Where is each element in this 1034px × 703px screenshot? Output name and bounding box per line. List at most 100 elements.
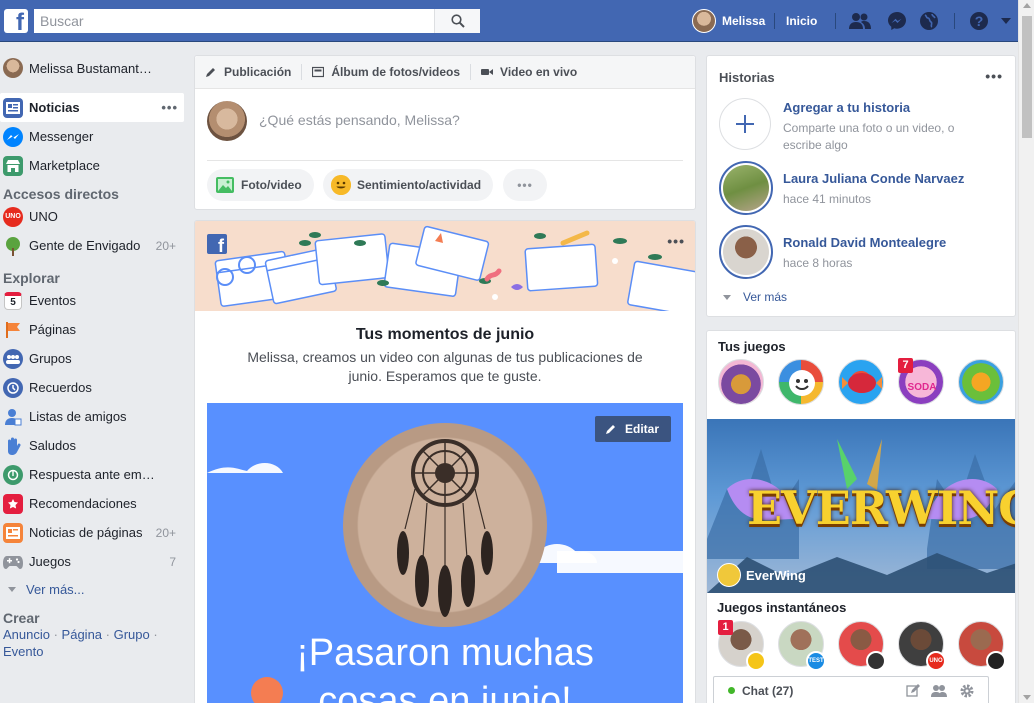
avatar xyxy=(723,229,769,275)
games-title: Tus juegos xyxy=(718,339,786,354)
page-scrollbar[interactable] xyxy=(1018,0,1034,703)
video-caption: ¡Pasaron muchas cosas en junio! xyxy=(296,632,594,703)
sidebar-item-paginas[interactable]: Páginas xyxy=(0,315,184,344)
sidebar-item-messenger[interactable]: Messenger xyxy=(0,122,184,151)
wave-hand-icon xyxy=(3,436,23,456)
game-icon-trivia[interactable] xyxy=(778,359,824,405)
sidebar-item-saludos[interactable]: Saludos xyxy=(0,431,184,460)
tab-label: Publicación xyxy=(224,65,292,79)
create-group-chat-icon[interactable] xyxy=(930,682,948,700)
everwing-featured-game[interactable]: EVERWING EverWing xyxy=(707,419,1015,593)
sidebar-item-label: Páginas xyxy=(29,322,76,337)
svg-text:?: ? xyxy=(975,13,984,29)
friend-list-icon xyxy=(3,407,23,427)
memories-description: Melissa, creamos un video con algunas de… xyxy=(247,349,643,384)
sidebar-item-uno[interactable]: UNO UNO xyxy=(0,202,184,231)
edit-video-button[interactable]: Editar xyxy=(594,416,671,442)
globe-notifications-icon[interactable] xyxy=(918,11,940,31)
sidebar-item-label: Marketplace xyxy=(29,158,100,173)
sidebar-item-juegos[interactable]: Juegos 7 xyxy=(0,547,184,576)
game-icon-lion[interactable] xyxy=(718,359,764,405)
create-event-link[interactable]: Evento xyxy=(3,644,43,659)
sidebar-item-count: 20+ xyxy=(155,525,176,540)
instant-games-title: Juegos instantáneos xyxy=(717,600,847,615)
chat-sidebar-bar[interactable]: Chat (27) xyxy=(713,676,989,703)
sidebar-item-grupos[interactable]: Grupos xyxy=(0,344,184,373)
search-input[interactable] xyxy=(34,9,434,33)
sidebar-item-listas-de-amigos[interactable]: Listas de amigos xyxy=(0,402,184,431)
status-input[interactable]: ¿Qué estás pensando, Melissa? xyxy=(259,112,460,128)
stories-see-more-link[interactable]: Ver más xyxy=(723,290,787,304)
8-ball-game-icon xyxy=(986,651,1006,671)
game-small-icon xyxy=(746,651,766,671)
sidebar-item-count: 7 xyxy=(169,554,176,569)
sidebar-item-noticias-de-paginas[interactable]: Noticias de páginas 20+ xyxy=(0,518,184,547)
see-more-label: Ver más... xyxy=(26,581,85,597)
sidebar-item-label: UNO xyxy=(29,209,58,224)
create-ad-link[interactable]: Anuncio xyxy=(3,627,50,642)
story-ring xyxy=(719,161,773,215)
add-story-item[interactable]: Agregar a tu historia Comparte una foto … xyxy=(719,98,1009,154)
story-author: Ronald David Montealegre xyxy=(783,235,947,250)
dreamcatcher-tattoo-photo xyxy=(343,423,547,627)
tab-publicacion[interactable]: Publicación xyxy=(205,65,291,79)
game-notification-badge: 7 xyxy=(898,358,913,373)
sidebar-item-label: Eventos xyxy=(29,293,76,308)
home-link[interactable]: Inicio xyxy=(786,14,817,28)
facebook-logo-icon[interactable]: f xyxy=(4,9,28,33)
story-item[interactable]: Laura Juliana Conde Narvaez hace 41 minu… xyxy=(719,161,1009,217)
more-options-icon[interactable]: ••• xyxy=(667,233,685,249)
messenger-icon[interactable] xyxy=(886,11,908,31)
test-game-icon: TEST xyxy=(806,651,826,671)
add-story-title: Agregar a tu historia xyxy=(783,100,911,115)
story-ring xyxy=(719,225,773,279)
sidebar-item-gente-de-envigado[interactable]: Gente de Envigado 20+ xyxy=(0,231,184,260)
more-options-icon[interactable]: ••• xyxy=(161,100,178,115)
stories-title: Historias xyxy=(719,70,775,85)
sidebar-item-label: Recuerdos xyxy=(29,380,92,395)
sidebar-item-noticias[interactable]: Noticias ••• xyxy=(0,93,184,122)
see-more-link[interactable]: Ver más... xyxy=(0,576,184,602)
sidebar-item-label: Noticias xyxy=(29,100,80,115)
search-button[interactable] xyxy=(434,9,480,33)
photo-video-button[interactable]: Foto/video xyxy=(207,169,314,201)
recommendations-icon xyxy=(3,493,23,514)
sidebar-item-recomendaciones[interactable]: Recomendaciones xyxy=(0,489,184,518)
new-message-icon[interactable] xyxy=(904,682,922,700)
help-icon[interactable]: ? xyxy=(968,11,990,31)
sidebar-item-label: Juegos xyxy=(29,554,71,569)
edit-label: Editar xyxy=(624,422,659,436)
sidebar-profile-link[interactable]: Melissa Bustamant… xyxy=(0,53,184,83)
scroll-down-arrow-icon[interactable] xyxy=(1023,695,1031,700)
profile-link[interactable]: Melissa xyxy=(692,9,765,33)
tab-album[interactable]: Álbum de fotos/videos xyxy=(312,65,460,79)
create-page-link[interactable]: Página xyxy=(62,627,102,642)
story-item[interactable]: Ronald David Montealegre hace 8 horas xyxy=(719,225,1009,281)
friend-requests-icon[interactable] xyxy=(849,11,871,31)
sidebar-item-respuesta-ante-emergencias[interactable]: Respuesta ante em… xyxy=(0,460,184,489)
photo-album-icon xyxy=(312,66,325,78)
account-menu-chevron-down-icon[interactable] xyxy=(999,11,1013,31)
smiley-icon xyxy=(331,175,351,195)
chat-settings-gear-icon[interactable] xyxy=(958,682,976,700)
flag-icon xyxy=(3,320,23,340)
more-options-icon[interactable]: ••• xyxy=(503,169,547,201)
memories-video[interactable]: Editar ¡Pasaron muchas cosas en junio! xyxy=(207,403,683,703)
chevron-down-icon xyxy=(723,294,731,300)
sidebar-item-marketplace[interactable]: Marketplace xyxy=(0,151,184,180)
feeling-activity-button[interactable]: Sentimiento/actividad xyxy=(323,169,494,201)
game-icon-farm-heroes[interactable] xyxy=(958,359,1004,405)
tab-live-video[interactable]: Video en vivo xyxy=(481,65,577,79)
more-options-icon[interactable]: ••• xyxy=(985,68,1003,84)
pencil-icon xyxy=(605,425,615,434)
sidebar-item-recuerdos[interactable]: Recuerdos xyxy=(0,373,184,402)
game-icon-candy-crush[interactable] xyxy=(838,359,884,405)
divider xyxy=(470,64,472,80)
featured-game-name: EverWing xyxy=(746,567,806,583)
sidebar-item-eventos[interactable]: 5 Eventos xyxy=(0,286,184,315)
create-group-link[interactable]: Grupo xyxy=(114,627,150,642)
sidebar-item-count: 20+ xyxy=(155,238,176,253)
divider xyxy=(207,160,683,161)
scroll-up-arrow-icon[interactable] xyxy=(1023,3,1031,8)
scroll-thumb[interactable] xyxy=(1022,16,1032,138)
